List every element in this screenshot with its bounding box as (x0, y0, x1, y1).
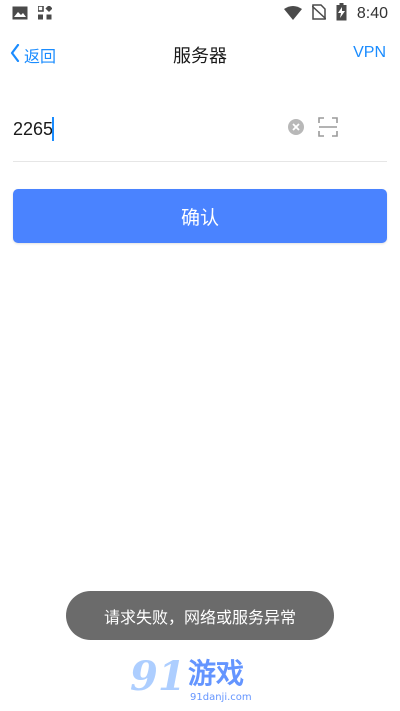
watermark-text: 游戏 (188, 657, 245, 690)
wifi-icon (283, 5, 302, 24)
watermark-mark: 91 (130, 653, 186, 700)
apps-grid-icon (37, 4, 53, 24)
clear-icon[interactable] (288, 119, 304, 139)
image-icon (12, 5, 28, 24)
confirm-button[interactable]: 确认 (13, 189, 387, 243)
vpn-button[interactable]: VPN (353, 44, 386, 62)
status-time: 8:40 (356, 5, 388, 22)
error-toast: 请求失败，网络或服务异常 (66, 591, 334, 640)
page-title: 服务器 (173, 46, 227, 67)
watermark-url: 91danji.com (190, 692, 252, 703)
status-bar: 8:40 (0, 0, 400, 28)
toast-message: 请求失败，网络或服务异常 (103, 607, 296, 627)
screen: 8:40 返回 服务器 VPN 2265 确认 请求失败，网络或服务异常 91 … (0, 0, 400, 711)
site-watermark: 91 游戏 91danji.com (130, 655, 270, 709)
status-left (12, 4, 53, 24)
status-right: 8:40 (283, 3, 388, 25)
text-caret (52, 117, 54, 141)
nav-bar: 返回 服务器 VPN (0, 36, 400, 74)
scan-icon[interactable] (318, 117, 338, 141)
battery-charging-icon (336, 3, 347, 25)
server-input-row (13, 108, 387, 162)
no-sim-icon (311, 4, 327, 24)
